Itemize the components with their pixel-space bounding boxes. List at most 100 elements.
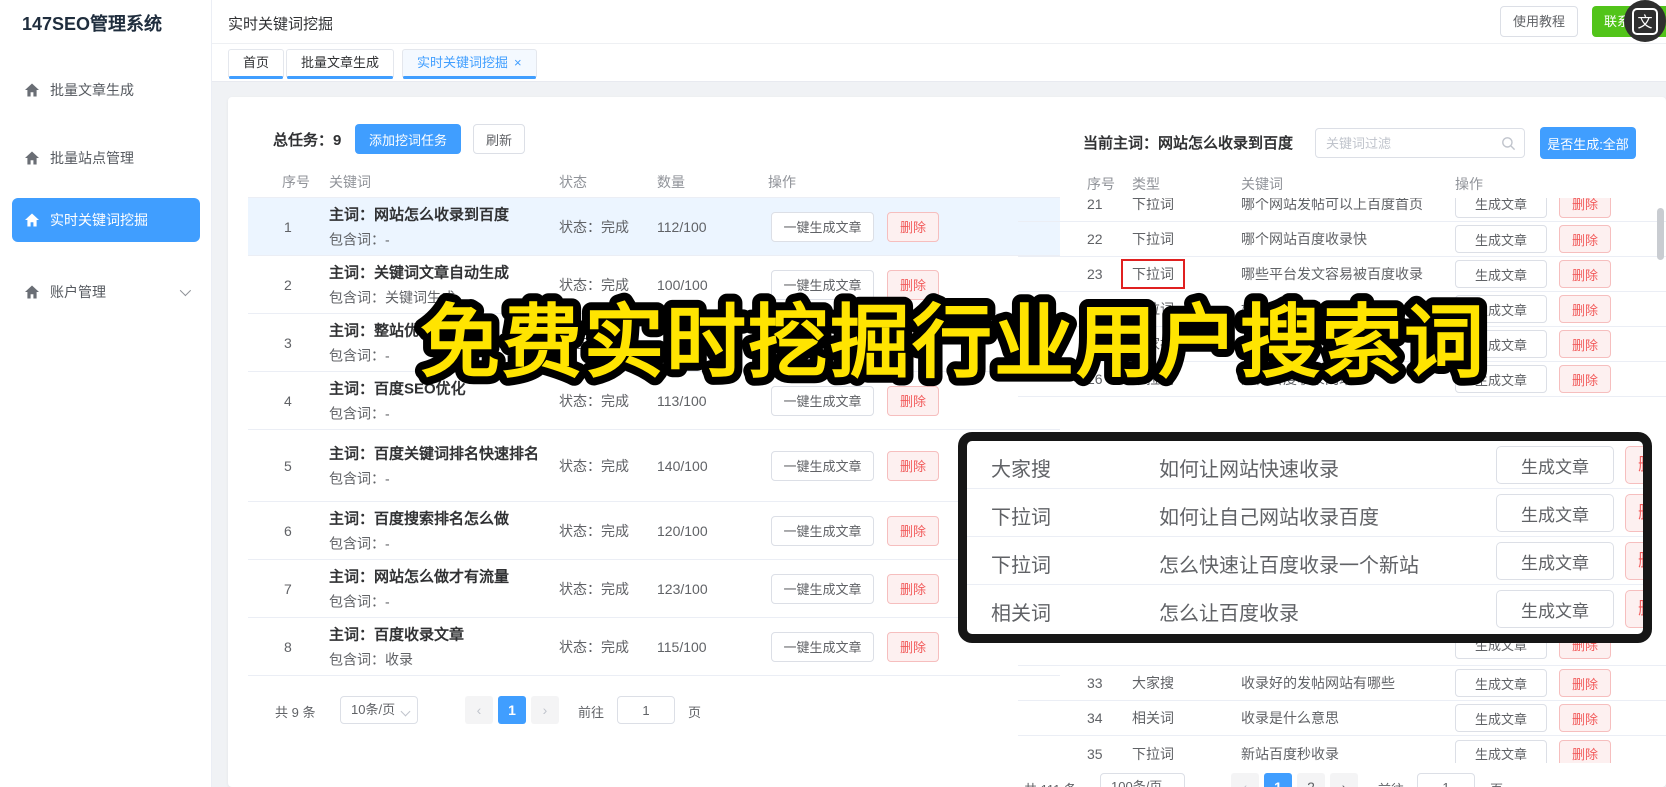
generate-article-button[interactable]: 生成文章 bbox=[1496, 590, 1614, 628]
next-page-button[interactable]: › bbox=[1330, 773, 1358, 787]
delete-button[interactable]: 删除 bbox=[1559, 225, 1611, 253]
generate-article-button[interactable]: 一键生成文章 bbox=[771, 450, 874, 481]
generate-article-button[interactable]: 一键生成文章 bbox=[771, 515, 874, 546]
delete-button[interactable]: 删除 bbox=[1559, 739, 1611, 763]
keyword-cell: 主词：百度SEO优化 包含词：- bbox=[329, 378, 547, 423]
generate-article-button[interactable]: 生成文章 bbox=[1455, 669, 1547, 697]
refresh-button[interactable]: 刷新 bbox=[473, 124, 525, 154]
keyword-filter-input[interactable] bbox=[1326, 130, 1496, 156]
delete-button[interactable]: 删除 bbox=[1625, 542, 1643, 580]
generate-article-button[interactable]: 生成文章 bbox=[1455, 198, 1547, 218]
goto-page-input[interactable] bbox=[617, 696, 675, 724]
delete-button[interactable]: 删除 bbox=[1559, 198, 1611, 218]
sidebar-item-1[interactable]: 批量文章生成 bbox=[12, 70, 200, 110]
delete-button[interactable]: 删除 bbox=[1559, 704, 1611, 732]
generate-article-button[interactable]: 一键生成文章 bbox=[771, 327, 874, 358]
delete-button[interactable]: 删除 bbox=[887, 327, 939, 358]
table-row[interactable]: 5 主词：百度关键词排名快速排名 包含词：- 状态：完成 140/100 一键生成文章 删除 bbox=[248, 430, 1060, 502]
table-row[interactable]: 1 主词：网站怎么收录到百度 包含词：- 状态：完成 112/100 一键生成文章 删除 bbox=[248, 198, 1060, 256]
delete-button[interactable]: 删除 bbox=[1559, 330, 1611, 358]
delete-button[interactable]: 删除 bbox=[1559, 643, 1611, 659]
table-row[interactable]: 26 下拉词 如何百度收录网站 生成文章 删除 bbox=[1018, 362, 1666, 397]
count-cell: 113/100 bbox=[657, 392, 707, 409]
generate-article-button[interactable]: 生成文章 bbox=[1455, 704, 1547, 732]
table-row[interactable]: 35 下拉词 新站百度秒收录 生成文章 删除 bbox=[1018, 736, 1666, 763]
delete-button[interactable]: 删除 bbox=[887, 573, 939, 604]
count-cell: 120/100 bbox=[657, 522, 708, 539]
delete-button[interactable]: 删除 bbox=[1559, 260, 1611, 288]
table-row[interactable]: 4 主词：百度SEO优化 包含词：- 状态：完成 113/100 一键生成文章 删除 bbox=[248, 372, 1060, 430]
delete-button[interactable]: 删除 bbox=[887, 631, 939, 662]
per-page-select[interactable]: 100条/页 bbox=[1100, 773, 1186, 787]
delete-button[interactable]: 删除 bbox=[1625, 446, 1643, 484]
table-row[interactable]: 21 下拉词 哪个网站发帖可以上百度首页 生成文章 删除 bbox=[1018, 198, 1666, 222]
generate-article-button[interactable]: 生成文章 bbox=[1455, 365, 1547, 393]
sidebar-item-3[interactable]: 实时关键词挖掘 bbox=[12, 198, 200, 242]
table-row[interactable]: 6 主词：百度搜索排名怎么做 包含词：- 状态：完成 120/100 一键生成文章 删除 bbox=[248, 502, 1060, 560]
delete-button[interactable]: 删除 bbox=[1559, 365, 1611, 393]
per-page-select[interactable]: 10条/页 bbox=[340, 696, 419, 724]
table-row[interactable]: 33 大家搜 收录好的发帖网站有哪些 生成文章 删除 bbox=[1018, 666, 1666, 701]
generate-article-button[interactable]: 生成文章 bbox=[1455, 260, 1547, 288]
sidebar-item-4[interactable]: 账户管理 bbox=[12, 272, 200, 312]
delete-button[interactable]: 删除 bbox=[887, 269, 939, 300]
table-row[interactable]: 25 大家搜 生成文章 删除 bbox=[1018, 327, 1666, 362]
keyword-cell: 哪些平台发文容易被百度收录 bbox=[1241, 266, 1423, 282]
add-task-button[interactable]: 添加挖词任务 bbox=[355, 124, 461, 154]
tutorial-button[interactable]: 使用教程 bbox=[1500, 6, 1578, 37]
table-row[interactable]: 22 下拉词 哪个网站百度收录快 生成文章 删除 bbox=[1018, 222, 1666, 257]
generate-article-button[interactable]: 一键生成文章 bbox=[771, 385, 874, 416]
generate-article-button[interactable]: 生成文章 bbox=[1496, 494, 1614, 532]
generate-article-button[interactable]: 生成文章 bbox=[1455, 643, 1547, 659]
generate-article-button[interactable]: 生成文章 bbox=[1455, 295, 1547, 323]
tab-label: 批量文章生成 bbox=[301, 55, 380, 70]
generate-article-button[interactable]: 生成文章 bbox=[1496, 542, 1614, 580]
generate-article-button[interactable]: 生成文章 bbox=[1455, 330, 1547, 358]
tab-3[interactable]: 实时关键词挖掘 × bbox=[402, 49, 537, 79]
sidebar-item-2[interactable]: 批量站点管理 bbox=[12, 138, 200, 178]
main-keyword: 主词：百度SEO优化 bbox=[329, 380, 466, 397]
generate-all-button[interactable]: 是否生成:全部 bbox=[1540, 127, 1636, 159]
close-icon[interactable]: × bbox=[514, 55, 522, 70]
table-row[interactable]: 8 主词：百度收录文章 包含词：收录 状态：完成 115/100 一键生成文章 删除 bbox=[248, 618, 1060, 676]
generate-article-button[interactable]: 一键生成文章 bbox=[771, 269, 874, 300]
page-1-button[interactable]: 1 bbox=[498, 696, 526, 724]
table-row[interactable]: 24 下拉词 如何让网站收录百度 生成文章 删除 bbox=[1018, 292, 1666, 327]
table-row[interactable]: 34 相关词 收录是什么意思 生成文章 删除 bbox=[1018, 701, 1666, 736]
delete-button[interactable]: 删除 bbox=[887, 385, 939, 416]
generate-article-button[interactable]: 生成文章 bbox=[1496, 446, 1614, 484]
type-cell: 下拉词 bbox=[1132, 371, 1174, 387]
main-keyword: 主词：百度搜索排名怎么做 bbox=[329, 510, 510, 527]
scrollbar[interactable] bbox=[1657, 208, 1664, 260]
keyword-cell: 主词：百度搜索排名怎么做 包含词：- bbox=[329, 508, 547, 553]
delete-button[interactable]: 删除 bbox=[887, 211, 939, 242]
generate-article-button[interactable]: 生成文章 bbox=[1455, 739, 1547, 763]
delete-button[interactable]: 删除 bbox=[887, 450, 939, 481]
row-number: 6 bbox=[284, 522, 292, 539]
table-row[interactable]: 23 下拉词 哪些平台发文容易被百度收录 生成文章 删除 bbox=[1018, 257, 1666, 292]
delete-button[interactable]: 删除 bbox=[1559, 669, 1611, 697]
prev-page-button[interactable]: ‹ bbox=[465, 696, 493, 724]
generate-article-button[interactable]: 一键生成文章 bbox=[771, 211, 874, 242]
goto-page-input[interactable] bbox=[1417, 773, 1475, 787]
translate-icon[interactable]: 文 bbox=[1624, 0, 1666, 42]
delete-button[interactable]: 删除 bbox=[1625, 590, 1643, 628]
page-2-button[interactable]: 2 bbox=[1297, 773, 1325, 787]
tab-2[interactable]: 批量文章生成 bbox=[286, 49, 395, 79]
prev-page-button[interactable]: ‹ bbox=[1231, 773, 1259, 787]
magnified-table-row: 大家搜 如何让网站快速收录 生成文章删除 bbox=[967, 441, 1643, 489]
delete-button[interactable]: 删除 bbox=[887, 515, 939, 546]
table-row[interactable]: 3 主词：整站优化 包含词：- 状态：完成 一键生成文章 删除 bbox=[248, 314, 1060, 372]
table-row[interactable]: 7 主词：网站怎么做才有流量 包含词：- 状态：完成 123/100 一键生成文章 删除 bbox=[248, 560, 1060, 618]
row-content: 21 下拉词 哪个网站发帖可以上百度首页 生成文章 删除 bbox=[1018, 198, 1666, 221]
generate-article-button[interactable]: 生成文章 bbox=[1455, 225, 1547, 253]
tab-1[interactable]: 首页 bbox=[228, 49, 285, 79]
row-number: 34 bbox=[1087, 710, 1103, 726]
delete-button[interactable]: 删除 bbox=[1559, 295, 1611, 323]
table-row[interactable]: 2 主词：关键词文章自动生成 包含词：关键词生成 状态：完成 100/100 一键生成文章… bbox=[248, 256, 1060, 314]
generate-article-button[interactable]: 一键生成文章 bbox=[771, 631, 874, 662]
next-page-button[interactable]: › bbox=[531, 696, 559, 724]
delete-button[interactable]: 删除 bbox=[1625, 494, 1643, 532]
generate-article-button[interactable]: 一键生成文章 bbox=[771, 573, 874, 604]
page-1-button[interactable]: 1 bbox=[1264, 773, 1292, 787]
